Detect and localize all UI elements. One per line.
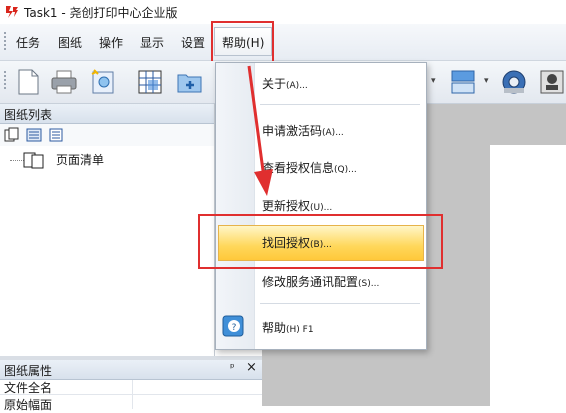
menu-item-label: 修改服务通讯配置 — [262, 275, 359, 289]
menu-item-help[interactable]: 帮助(H) F1 — [262, 319, 314, 336]
menu-item-shortcut: (A)... — [286, 81, 308, 91]
app-logo-icon — [6, 6, 18, 18]
dropdown-arrow-icon[interactable]: ▾ — [431, 76, 436, 86]
menu-settings[interactable]: 设置 — [181, 34, 205, 51]
property-label: 原始幅面 — [4, 398, 53, 412]
dropdown-arrow-icon[interactable]: ▾ — [484, 76, 489, 86]
tile-view-icon[interactable] — [450, 68, 478, 96]
column-divider — [132, 380, 133, 394]
list-view-icon[interactable] — [48, 127, 64, 143]
settings-disc-icon[interactable] — [500, 68, 528, 96]
help-book-icon: ? — [222, 315, 244, 337]
menu-item-shortcut: (S)... — [358, 279, 380, 289]
properties-title: 图纸属性 — [4, 364, 53, 378]
menu-task[interactable]: 任务 — [16, 34, 40, 51]
svg-text:?: ? — [232, 323, 237, 333]
property-row[interactable]: 文件全名 — [0, 380, 262, 395]
drawing-list-title: 图纸列表 — [4, 108, 53, 122]
page-canvas[interactable] — [490, 145, 566, 406]
pin-icon[interactable]: ᵖ — [230, 361, 235, 374]
properties-header: 图纸属性 ᵖ × — [0, 360, 262, 380]
menu-separator — [260, 104, 420, 105]
properties-grid: 文件全名 原始幅面 — [0, 380, 262, 412]
layout-grid-icon[interactable] — [136, 68, 164, 96]
new-file-icon[interactable] — [14, 68, 42, 96]
menu-item-shortcut: (H) F1 — [286, 325, 314, 335]
menu-operation[interactable]: 操作 — [99, 34, 123, 51]
menu-item-shortcut: (U)... — [310, 203, 333, 213]
menu-item-shortcut: (Q)... — [334, 165, 357, 175]
stamp-icon[interactable] — [538, 68, 566, 96]
close-icon[interactable]: × — [246, 360, 257, 375]
copy-pages-icon[interactable] — [4, 127, 20, 143]
printer-icon[interactable] — [50, 68, 78, 96]
menu-item-label: 更新授权 — [262, 199, 311, 213]
tree-item-page-list[interactable]: 页面清单 — [56, 151, 104, 168]
menu-bar: 任务 图纸 操作 显示 设置 — [0, 24, 566, 61]
menu-display[interactable]: 显示 — [140, 34, 164, 51]
menu-item-shortcut: (A)... — [322, 128, 344, 138]
property-row[interactable]: 原始幅面 — [0, 395, 262, 412]
highlight-box-recover-license — [198, 214, 443, 269]
window-title: Task1 - 尧创打印中心企业版 — [24, 6, 178, 20]
title-bar: Task1 - 尧创打印中心企业版 — [0, 0, 566, 24]
drawing-tree-toolbar — [0, 124, 214, 146]
property-label: 文件全名 — [4, 381, 53, 395]
annotation-arrow-icon — [247, 65, 273, 196]
menu-item-label: 帮助 — [262, 321, 287, 335]
expand-tree-icon[interactable] — [26, 127, 42, 143]
menu-drawing[interactable]: 图纸 — [58, 34, 82, 51]
add-folder-icon[interactable] — [176, 68, 204, 96]
drawing-list-header: 图纸列表 — [0, 104, 214, 124]
tree-connector — [10, 160, 24, 162]
toolbar-grip — [4, 71, 6, 91]
page-list-icon — [23, 152, 44, 169]
menubar-grip — [4, 32, 6, 52]
column-divider — [132, 395, 133, 409]
menu-separator — [260, 303, 420, 304]
menu-item-service-config[interactable]: 修改服务通讯配置(S)... — [262, 273, 379, 290]
preview-icon[interactable] — [90, 68, 118, 96]
